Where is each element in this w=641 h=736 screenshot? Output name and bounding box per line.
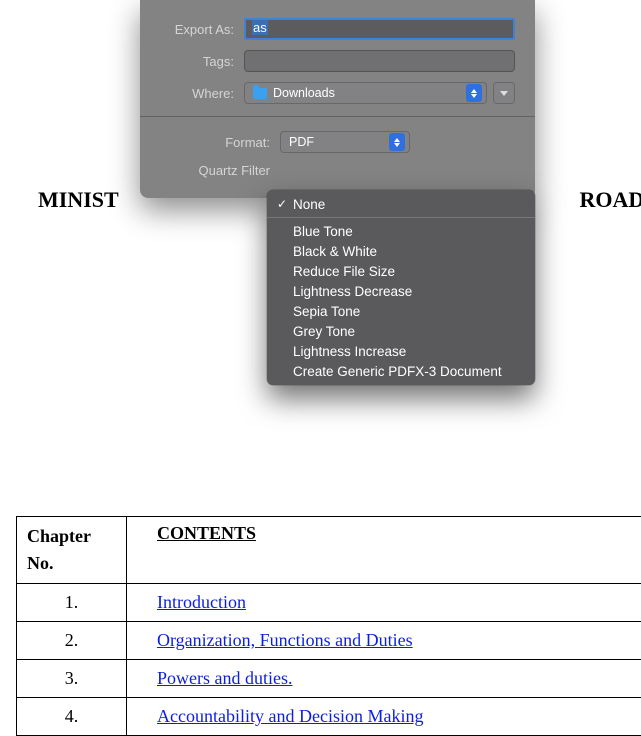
export-dialog: Export As: as Tags: Where: Downloads — [140, 0, 535, 198]
quartz-option[interactable]: Create Generic PDFX-3 Document — [267, 361, 535, 381]
toc-link[interactable]: Accountability and Decision Making — [157, 706, 423, 726]
checkmark-icon: ✓ — [275, 197, 289, 211]
quartz-option[interactable]: Grey Tone — [267, 321, 535, 341]
table-row: 1. Introduction — [17, 584, 641, 622]
format-label: Format: — [160, 135, 280, 150]
tags-label: Tags: — [160, 54, 244, 69]
tags-input[interactable] — [244, 50, 515, 72]
chevron-down-icon — [500, 91, 508, 96]
quartz-option[interactable]: Sepia Tone — [267, 301, 535, 321]
toc-link[interactable]: Powers and duties. — [157, 668, 292, 688]
format-popup[interactable]: PDF — [280, 131, 410, 153]
quartz-option-none[interactable]: ✓ None — [267, 194, 535, 214]
table-header-chapter: Chapter No. — [17, 517, 127, 584]
export-as-input[interactable]: as — [244, 18, 515, 40]
table-row: 4. Accountability and Decision Making — [17, 698, 641, 736]
contents-table: Chapter No. CONTENTS 1. Introduction 2. … — [16, 516, 641, 736]
table-header-contents: CONTENTS — [127, 517, 641, 584]
folder-icon — [253, 88, 267, 99]
quartz-option[interactable]: Reduce File Size — [267, 261, 535, 281]
quartz-option[interactable]: Lightness Decrease — [267, 281, 535, 301]
quartz-option[interactable]: Lightness Increase — [267, 341, 535, 361]
doc-title-frag-left: MINIST — [38, 187, 119, 212]
toc-link[interactable]: Introduction — [157, 592, 246, 612]
where-popup[interactable]: Downloads — [244, 82, 487, 104]
quartz-option[interactable]: Blue Tone — [267, 221, 535, 241]
doc-title-frag-right: ROADCA — [579, 187, 641, 212]
quartz-filter-menu: ✓ None Blue Tone Black & White Reduce Fi… — [267, 190, 535, 385]
export-as-label: Export As: — [160, 22, 244, 37]
where-expand-button[interactable] — [493, 82, 515, 104]
quartz-filter-label: Quartz Filter — [160, 163, 280, 178]
quartz-option[interactable]: Black & White — [267, 241, 535, 261]
toc-link[interactable]: Organization, Functions and Duties — [157, 630, 413, 650]
table-row: 2. Organization, Functions and Duties — [17, 622, 641, 660]
table-row: 3. Powers and duties. — [17, 660, 641, 698]
where-label: Where: — [160, 86, 244, 101]
